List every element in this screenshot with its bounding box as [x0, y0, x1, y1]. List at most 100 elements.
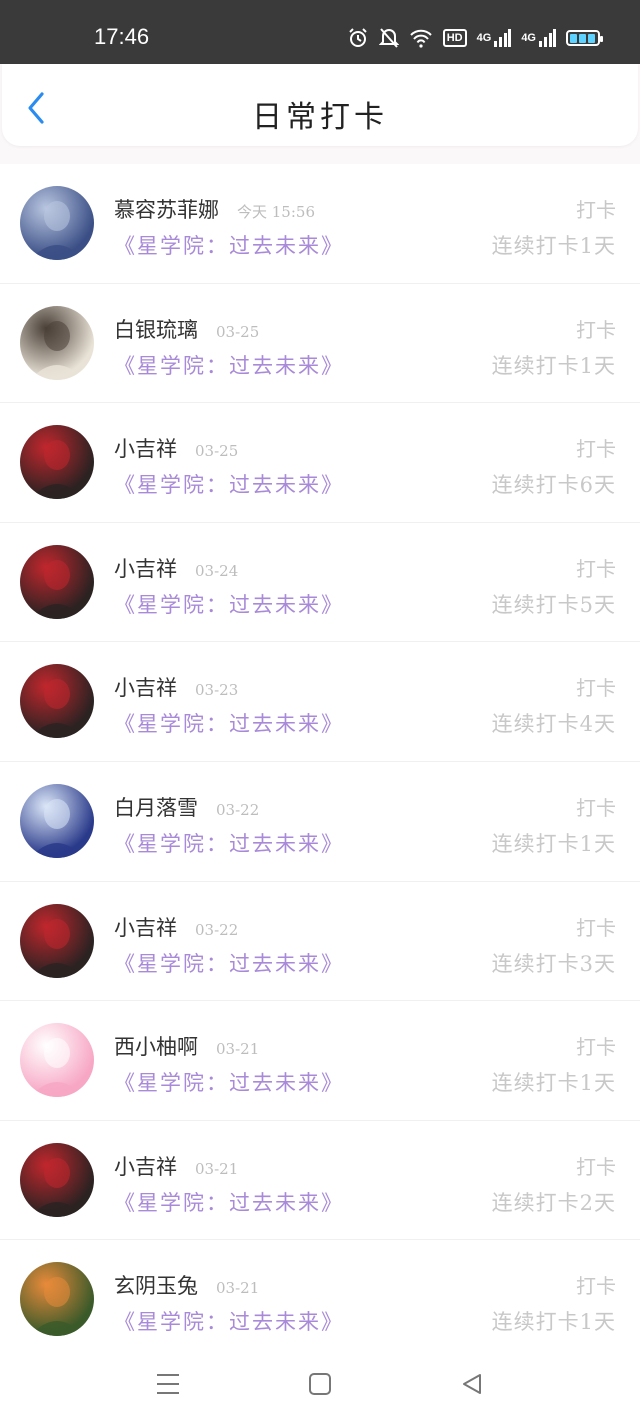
- user-name[interactable]: 小吉祥: [114, 912, 177, 942]
- post-time: 03-22: [216, 800, 260, 819]
- streak-text: 连续打卡1天: [491, 1071, 616, 1096]
- streak-text: 连续打卡1天: [491, 353, 616, 378]
- circle-link[interactable]: 《星学院：过去未来》: [114, 1067, 344, 1097]
- list-item[interactable]: 小吉祥 03-21 《星学院：过去未来》 打卡 连续打卡2天: [0, 1121, 640, 1241]
- triangle-back-icon: [463, 1374, 481, 1394]
- hd-badge: HD: [442, 29, 467, 47]
- name-line: 白银琉璃 03-25: [114, 314, 259, 344]
- streak-text: 连续打卡6天: [491, 473, 616, 498]
- name-line: 小吉祥 03-21: [114, 1151, 238, 1181]
- streak-text: 连续打卡3天: [491, 951, 616, 976]
- circle-link[interactable]: 《星学院：过去未来》: [114, 708, 344, 738]
- checkin-button[interactable]: 打卡: [576, 314, 616, 343]
- avatar[interactable]: [20, 664, 94, 739]
- streak-text: 连续打卡1天: [491, 1310, 616, 1335]
- avatar[interactable]: [20, 1023, 94, 1098]
- checkin-button[interactable]: 打卡: [576, 792, 616, 821]
- avatar[interactable]: [20, 1262, 94, 1337]
- battery-icon: [566, 30, 603, 46]
- checkin-button[interactable]: 打卡: [576, 194, 616, 223]
- list-item[interactable]: 小吉祥 03-24 《星学院：过去未来》 打卡 连续打卡5天: [0, 523, 640, 643]
- user-name[interactable]: 西小柚啊: [114, 1031, 198, 1061]
- avatar[interactable]: [20, 425, 94, 500]
- name-line: 慕容苏菲娜 今天 15:56: [114, 194, 315, 224]
- post-time: 03-21: [195, 1159, 239, 1178]
- list-item[interactable]: 玄阴玉兔 03-21 《星学院：过去未来》 打卡 连续打卡1天: [0, 1240, 640, 1360]
- post-time: 03-21: [216, 1040, 260, 1059]
- circle-link[interactable]: 《星学院：过去未来》: [114, 469, 344, 499]
- streak-text: 连续打卡1天: [491, 234, 616, 258]
- signal-4g-icon-2: 4G: [521, 26, 556, 50]
- alarm-icon: [347, 26, 369, 50]
- post-time: 03-21: [216, 1279, 260, 1298]
- checkin-button[interactable]: 打卡: [576, 1270, 616, 1299]
- name-line: 小吉祥 03-24: [114, 553, 238, 583]
- app-header: 日常打卡: [2, 64, 638, 146]
- list-item[interactable]: 小吉祥 03-25 《星学院：过去未来》 打卡 连续打卡6天: [0, 403, 640, 523]
- user-name[interactable]: 白月落雪: [114, 792, 198, 822]
- list-item[interactable]: 白月落雪 03-22 《星学院：过去未来》 打卡 连续打卡1天: [0, 762, 640, 882]
- list-item[interactable]: 慕容苏菲娜 今天 15:56 《星学院：过去未来》 打卡 连续打卡1天: [0, 164, 640, 284]
- post-time: 03-25: [195, 442, 239, 461]
- circle-link[interactable]: 《星学院：过去未来》: [114, 350, 344, 380]
- checkin-button[interactable]: 打卡: [576, 672, 616, 701]
- avatar[interactable]: [20, 544, 94, 619]
- streak-text: 连续打卡4天: [491, 712, 616, 737]
- home-button[interactable]: [306, 1370, 334, 1398]
- checkin-button[interactable]: 打卡: [576, 1031, 616, 1060]
- list-item[interactable]: 小吉祥 03-22 《星学院：过去未来》 打卡 连续打卡3天: [0, 882, 640, 1002]
- wifi-icon: [409, 26, 433, 50]
- menu-icon: [157, 1374, 179, 1394]
- name-line: 小吉祥 03-22: [114, 912, 238, 942]
- name-line: 小吉祥 03-25: [114, 433, 238, 463]
- name-line: 小吉祥 03-23: [114, 672, 238, 702]
- system-nav-bar: [0, 1346, 640, 1422]
- circle-link[interactable]: 《星学院：过去未来》: [114, 589, 344, 619]
- signal-4g-icon: 4G: [477, 26, 512, 50]
- user-name[interactable]: 慕容苏菲娜: [114, 194, 219, 224]
- user-name[interactable]: 小吉祥: [114, 553, 177, 583]
- header-area: 日常打卡: [0, 64, 640, 164]
- mute-bell-icon: [378, 26, 399, 50]
- list-item[interactable]: 白银琉璃 03-25 《星学院：过去未来》 打卡 连续打卡1天: [0, 284, 640, 404]
- list-item[interactable]: 西小柚啊 03-21 《星学院：过去未来》 打卡 连续打卡1天: [0, 1001, 640, 1121]
- name-line: 玄阴玉兔 03-21: [114, 1270, 259, 1300]
- avatar[interactable]: [20, 783, 94, 858]
- status-icons: HD 4G 4G: [347, 26, 603, 50]
- circle-link[interactable]: 《星学院：过去未来》: [114, 230, 344, 260]
- circle-link[interactable]: 《星学院：过去未来》: [114, 1306, 344, 1336]
- post-time: 03-22: [195, 920, 239, 939]
- post-time: 03-24: [195, 561, 239, 580]
- menu-button[interactable]: [154, 1370, 182, 1398]
- post-time: 今天 15:56: [237, 203, 315, 221]
- status-time: 17:46: [94, 24, 150, 49]
- post-time: 03-25: [216, 322, 260, 341]
- streak-text: 连续打卡2天: [491, 1190, 616, 1215]
- circle-link[interactable]: 《星学院：过去未来》: [114, 948, 344, 978]
- user-name[interactable]: 小吉祥: [114, 1151, 177, 1181]
- checkin-list: 慕容苏菲娜 今天 15:56 《星学院：过去未来》 打卡 连续打卡1天 白银琉璃…: [0, 164, 640, 1360]
- avatar[interactable]: [20, 305, 94, 380]
- post-time: 03-23: [195, 681, 239, 700]
- user-name[interactable]: 小吉祥: [114, 672, 177, 702]
- list-item[interactable]: 小吉祥 03-23 《星学院：过去未来》 打卡 连续打卡4天: [0, 642, 640, 762]
- checkin-button[interactable]: 打卡: [576, 433, 616, 462]
- avatar[interactable]: [20, 186, 94, 260]
- checkin-button[interactable]: 打卡: [576, 553, 616, 582]
- avatar[interactable]: [20, 1142, 94, 1217]
- circle-link[interactable]: 《星学院：过去未来》: [114, 828, 344, 858]
- user-name[interactable]: 玄阴玉兔: [114, 1270, 198, 1300]
- circle-link[interactable]: 《星学院：过去未来》: [114, 1187, 344, 1217]
- back-nav-button[interactable]: [458, 1370, 486, 1398]
- status-bar: 17:46 HD 4G 4G: [0, 0, 640, 64]
- name-line: 白月落雪 03-22: [114, 792, 259, 822]
- avatar[interactable]: [20, 903, 94, 978]
- user-name[interactable]: 小吉祥: [114, 433, 177, 463]
- page-title: 日常打卡: [252, 100, 388, 135]
- streak-text: 连续打卡1天: [491, 831, 616, 856]
- name-line: 西小柚啊 03-21: [114, 1031, 259, 1061]
- user-name[interactable]: 白银琉璃: [114, 314, 198, 344]
- streak-text: 连续打卡5天: [491, 592, 616, 617]
- checkin-button[interactable]: 打卡: [576, 912, 616, 941]
- checkin-button[interactable]: 打卡: [576, 1151, 616, 1180]
